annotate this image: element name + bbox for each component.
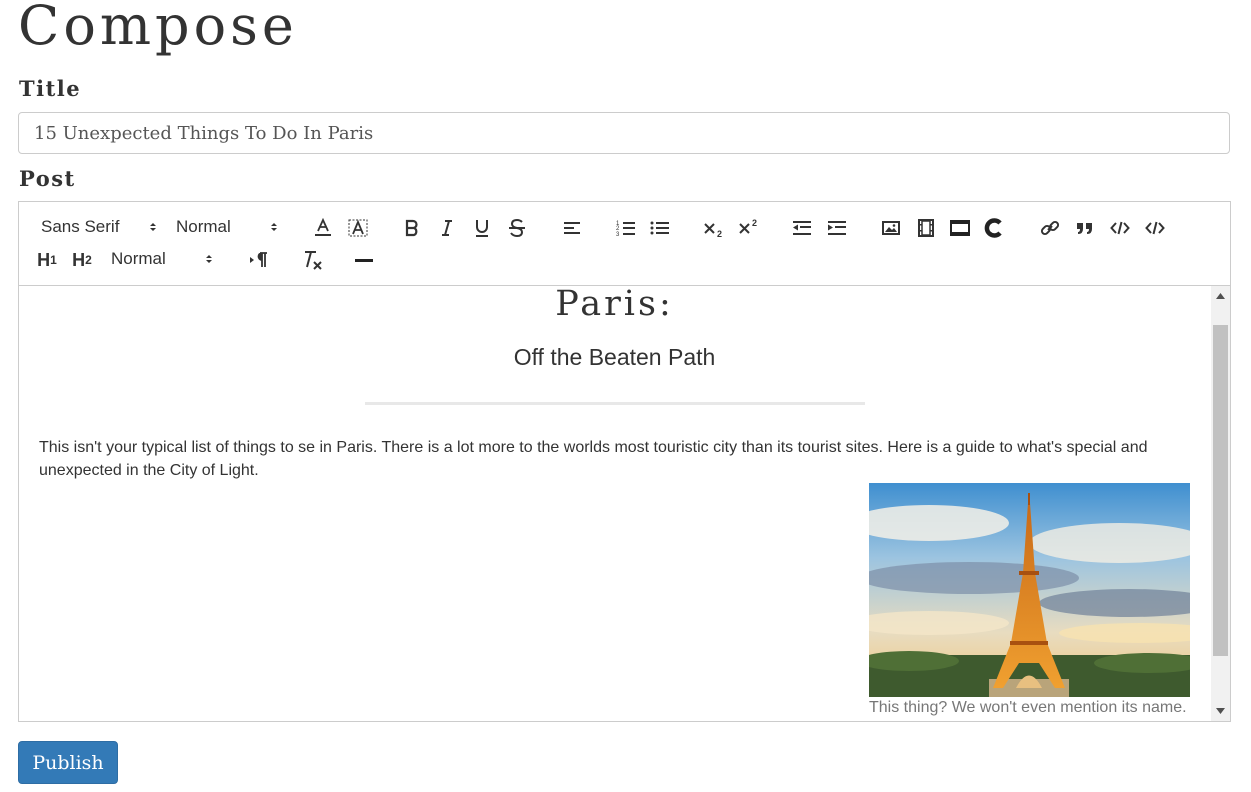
text-color-icon[interactable] — [309, 215, 337, 241]
bullet-list-icon[interactable] — [646, 215, 674, 241]
post-subheading: Off the Beaten Path — [513, 344, 716, 370]
publish-button[interactable]: Publish — [18, 741, 118, 784]
divider-icon[interactable] — [350, 247, 378, 273]
strike-icon[interactable] — [503, 215, 531, 241]
code-icon[interactable] — [1106, 215, 1134, 241]
clean-c-icon[interactable] — [980, 215, 1008, 241]
rich-text-editor: Sans Serif Normal 123 2 2 H 1 H 2 Normal… — [18, 201, 1231, 722]
rtl-direction-icon[interactable] — [245, 247, 273, 273]
superscript-icon[interactable]: 2 — [735, 215, 763, 241]
bold-icon[interactable] — [398, 215, 426, 241]
code-block-icon[interactable] — [1141, 215, 1169, 241]
outdent-icon[interactable] — [788, 215, 816, 241]
ordered-list-icon[interactable]: 123 — [612, 215, 640, 241]
header-2-sub: 2 — [85, 253, 92, 267]
editor-scrollbar[interactable] — [1211, 286, 1230, 721]
indent-icon[interactable] — [823, 215, 851, 241]
picker-arrows-icon — [206, 255, 212, 263]
editor-toolbar: Sans Serif Normal 123 2 2 H 1 H 2 Normal — [19, 202, 1230, 286]
align-left-icon[interactable] — [558, 215, 586, 241]
scroll-up-arrow-icon[interactable] — [1211, 286, 1230, 306]
svg-text:2: 2 — [717, 229, 722, 238]
post-paragraph: This isn't your typical list of things t… — [39, 439, 1148, 479]
header-picker[interactable]: Normal — [111, 246, 215, 272]
link-icon[interactable] — [1036, 215, 1064, 241]
editor-content[interactable]: Paris: Off the Beaten Path This isn't yo… — [19, 286, 1230, 721]
picker-arrows-icon — [150, 223, 156, 231]
size-picker[interactable]: Normal — [176, 214, 280, 240]
underline-icon[interactable] — [468, 215, 496, 241]
horizontal-rule — [365, 402, 865, 405]
header-2-button[interactable]: H2 — [68, 247, 96, 273]
italic-icon[interactable] — [433, 215, 461, 241]
page-title: Compose — [18, 0, 298, 57]
picker-arrows-icon — [271, 223, 277, 231]
title-label: Title — [19, 76, 82, 101]
svg-text:2: 2 — [752, 218, 757, 228]
svg-text:3: 3 — [616, 232, 620, 237]
clear-format-icon[interactable] — [299, 247, 327, 273]
subscript-icon[interactable]: 2 — [700, 215, 728, 241]
font-picker-label: Sans Serif — [41, 217, 120, 236]
header-2-label: H — [72, 249, 86, 270]
size-picker-label: Normal — [176, 217, 231, 236]
video-icon[interactable] — [912, 215, 940, 241]
font-picker[interactable]: Sans Serif — [41, 214, 159, 240]
header-picker-label: Normal — [111, 249, 166, 268]
scroll-thumb[interactable] — [1213, 325, 1228, 656]
header-1-label: H — [37, 249, 51, 270]
scroll-down-arrow-icon[interactable] — [1211, 701, 1230, 721]
post-figure: This thing? We won't even mention its na… — [869, 483, 1191, 717]
blockquote-icon[interactable] — [1071, 215, 1099, 241]
header-1-sub: 1 — [50, 253, 57, 267]
post-heading: Paris: — [555, 286, 674, 324]
post-label: Post — [19, 166, 76, 191]
header-1-button[interactable]: H1 — [33, 247, 61, 273]
image-caption: This thing? We won't even mention its na… — [869, 699, 1187, 716]
background-color-icon[interactable] — [344, 215, 372, 241]
image-icon[interactable] — [877, 215, 905, 241]
title-input[interactable] — [18, 112, 1230, 154]
eiffel-tower-image — [869, 483, 1190, 697]
formula-icon[interactable] — [946, 215, 974, 241]
